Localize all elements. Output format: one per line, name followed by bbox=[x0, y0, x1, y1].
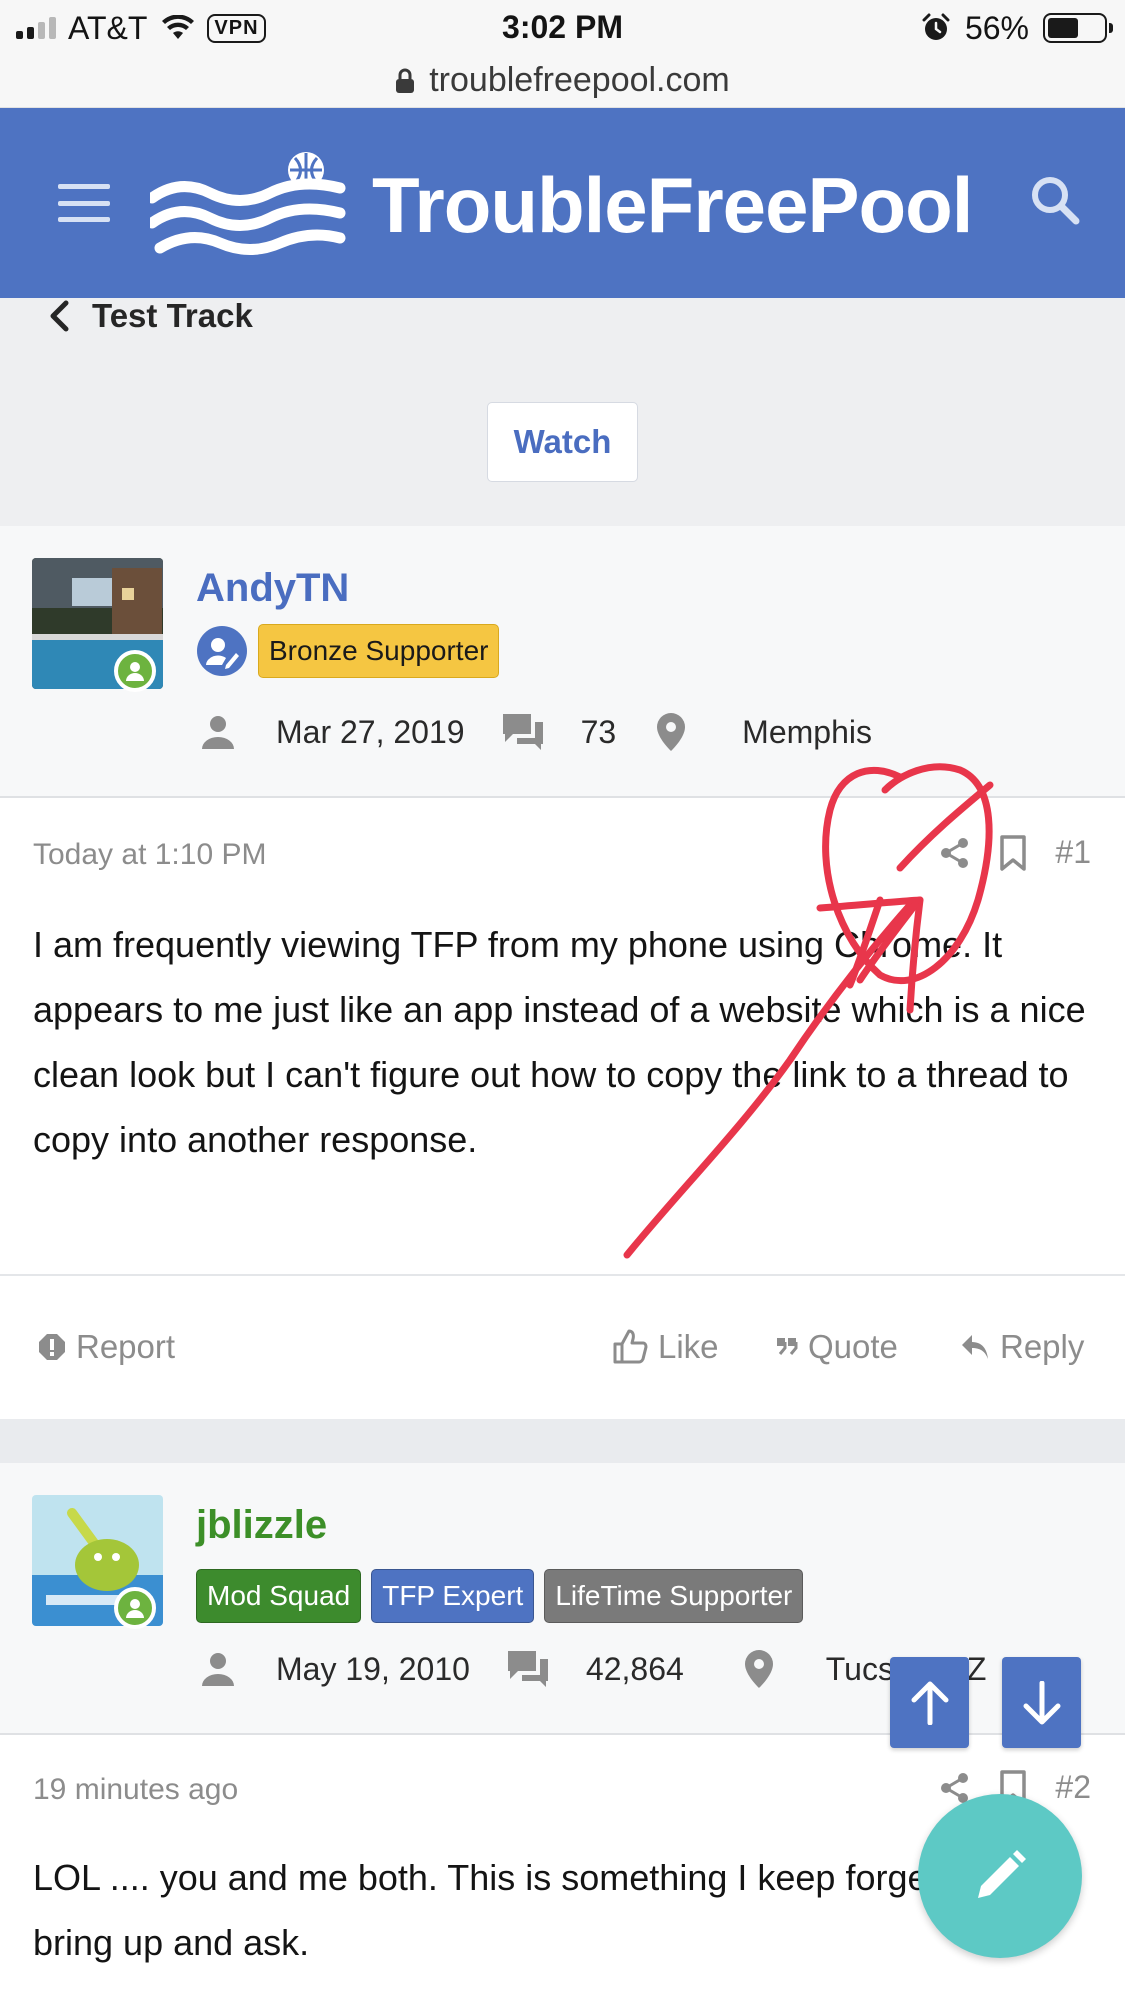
chevron-left-icon bbox=[50, 300, 69, 332]
badge-tfp-expert[interactable]: TFP Expert bbox=[371, 1569, 535, 1623]
joined-date: Mar 27, 2019 bbox=[276, 713, 465, 750]
post-user-block: AndyTN Bronze Supporter Mar 27, 2019 73 … bbox=[0, 526, 1125, 798]
quote-label: Quote bbox=[808, 1328, 898, 1365]
status-right: 56% bbox=[921, 8, 1113, 48]
reply-label: Reply bbox=[1000, 1328, 1085, 1365]
url-bar[interactable]: troublefreepool.com bbox=[0, 54, 1125, 108]
report-button[interactable]: Report bbox=[38, 1328, 175, 1366]
compose-button[interactable] bbox=[918, 1794, 1082, 1958]
message-count: 42,864 bbox=[585, 1650, 684, 1687]
username[interactable]: jblizzle bbox=[196, 1503, 327, 1548]
brand-title[interactable]: TroubleFreePool bbox=[372, 160, 973, 251]
post-message: I am frequently viewing TFP from my phon… bbox=[33, 924, 1086, 1160]
user-icon bbox=[202, 1653, 234, 1686]
user-badges: Mod Squad TFP Expert LifeTime Supporter bbox=[196, 1569, 804, 1623]
post-footer: Report Like Quote Reply bbox=[0, 1274, 1125, 1419]
like-button[interactable]: Like bbox=[612, 1328, 719, 1366]
like-label: Like bbox=[658, 1328, 719, 1365]
joined-date: May 19, 2010 bbox=[276, 1650, 470, 1687]
online-status-icon bbox=[114, 1587, 156, 1629]
report-icon bbox=[39, 1334, 65, 1360]
scroll-down-button[interactable] bbox=[1002, 1657, 1081, 1748]
logo-icon[interactable] bbox=[150, 148, 350, 268]
badge-mod-squad[interactable]: Mod Squad bbox=[196, 1569, 362, 1623]
post-date[interactable]: Today at 1:10 PM bbox=[33, 838, 266, 872]
user-location: Memphis bbox=[742, 713, 872, 750]
post-actions-top: #1 bbox=[939, 834, 1091, 871]
quote-icon bbox=[777, 1338, 798, 1355]
breadcrumb[interactable]: Test Track bbox=[48, 297, 253, 335]
thumbs-up-icon bbox=[613, 1329, 648, 1364]
breadcrumb-label[interactable]: Test Track bbox=[92, 297, 253, 335]
reply-button[interactable]: Reply bbox=[960, 1328, 1084, 1366]
online-status-icon bbox=[114, 650, 156, 692]
user-meta: May 19, 2010 42,864 Tucson, AZ bbox=[200, 1649, 986, 1689]
user-meta: Mar 27, 2019 73 Memphis bbox=[200, 712, 872, 752]
bookmark-icon[interactable] bbox=[999, 834, 1027, 871]
share-icon[interactable] bbox=[939, 1772, 971, 1804]
site-header: TroubleFreePool bbox=[0, 108, 1125, 298]
share-icon[interactable] bbox=[939, 837, 971, 869]
watch-button[interactable]: Watch bbox=[487, 402, 638, 482]
user-badges: Bronze Supporter bbox=[196, 624, 500, 678]
badge-lifetime-supporter[interactable]: LifeTime Supporter bbox=[544, 1569, 804, 1623]
location-pin-icon bbox=[657, 713, 686, 751]
thread-header: Test Track Watch bbox=[0, 297, 1125, 526]
battery-icon bbox=[1043, 13, 1113, 43]
menu-icon[interactable] bbox=[58, 184, 110, 222]
search-icon[interactable] bbox=[1029, 174, 1081, 226]
alarm-icon bbox=[922, 13, 950, 40]
user-icon bbox=[202, 716, 234, 749]
user-role-icon bbox=[197, 626, 247, 676]
location-pin-icon bbox=[744, 1650, 773, 1688]
quote-button[interactable]: Quote bbox=[776, 1328, 898, 1366]
messages-icon bbox=[502, 714, 543, 750]
lock-icon bbox=[396, 68, 415, 93]
post-body: Today at 1:10 PM #1 I am frequently view… bbox=[0, 798, 1125, 1274]
reply-icon bbox=[962, 1335, 988, 1359]
badge-bronze-supporter[interactable]: Bronze Supporter bbox=[258, 624, 500, 678]
report-label: Report bbox=[76, 1328, 176, 1365]
messages-icon bbox=[507, 1651, 548, 1687]
post-date[interactable]: 19 minutes ago bbox=[33, 1773, 238, 1807]
post-number[interactable]: #1 bbox=[1055, 834, 1091, 871]
scroll-up-button[interactable] bbox=[890, 1657, 969, 1748]
message-count: 73 bbox=[580, 713, 617, 750]
pencil-icon bbox=[978, 1850, 1026, 1898]
status-bar: AT&T VPN 3:02 PM 56% bbox=[0, 0, 1125, 54]
username[interactable]: AndyTN bbox=[196, 566, 349, 611]
post-separator bbox=[0, 1419, 1125, 1463]
post-number[interactable]: #2 bbox=[1055, 1769, 1091, 1806]
battery-percent: 56% bbox=[964, 9, 1029, 46]
url-text[interactable]: troublefreepool.com bbox=[429, 61, 730, 100]
arrow-down-icon bbox=[1023, 1680, 1060, 1724]
arrow-up-icon bbox=[911, 1681, 948, 1725]
